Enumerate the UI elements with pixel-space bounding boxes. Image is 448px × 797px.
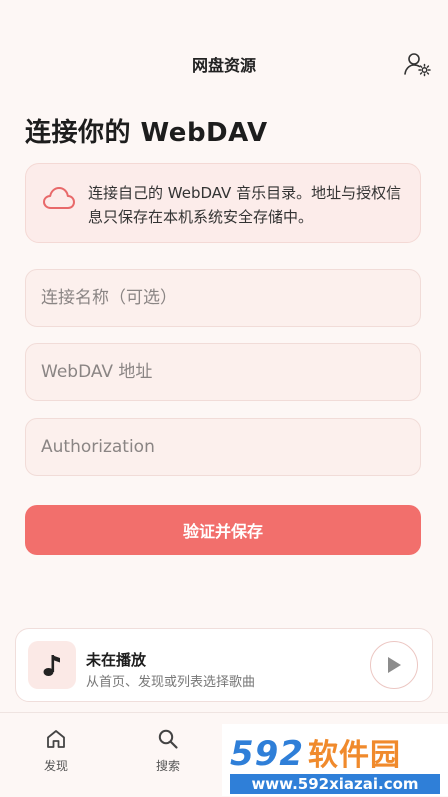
watermark-url: www.592xiazai.com <box>230 774 440 794</box>
page-title: 网盘资源 <box>191 56 256 75</box>
info-card: 连接自己的 WebDAV 音乐目录。地址与授权信息只保存在本机系统安全存储中。 <box>25 163 421 243</box>
player-title: 未在播放 <box>86 651 147 669</box>
play-button[interactable] <box>370 641 418 689</box>
verify-save-button[interactable]: 验证并保存 <box>25 505 421 555</box>
cloud-icon <box>43 187 75 209</box>
watermark-logo: 592 软件园 www.592xiazai.com <box>222 724 448 796</box>
player-subtitle: 从首页、发现或列表选择歌曲 <box>86 675 256 690</box>
top-app-bar: 网盘资源 <box>0 36 448 92</box>
webdav-url-input[interactable] <box>25 343 421 401</box>
watermark-brand-text: 软件园 <box>307 738 401 773</box>
tab-discover[interactable]: 发现 <box>26 727 86 774</box>
authorization-input[interactable] <box>25 418 421 476</box>
search-icon <box>158 729 178 749</box>
tab-search-label: 搜索 <box>155 759 180 773</box>
watermark-brand-number: 592 <box>230 734 304 774</box>
album-art <box>28 641 76 689</box>
home-icon <box>47 730 65 748</box>
tab-discover-label: 发现 <box>43 759 68 773</box>
page-heading: 连接你的 WebDAV <box>25 118 268 148</box>
tab-search[interactable]: 搜索 <box>138 727 198 774</box>
connection-name-input[interactable] <box>25 269 421 327</box>
account-settings-button[interactable] <box>402 48 434 80</box>
user-settings-icon <box>404 53 431 77</box>
music-note-icon <box>43 655 60 676</box>
play-icon <box>388 657 401 673</box>
info-text: 连接自己的 WebDAV 音乐目录。地址与授权信息只保存在本机系统安全存储中。 <box>88 184 402 226</box>
mini-player[interactable]: 未在播放 从首页、发现或列表选择歌曲 <box>15 628 433 702</box>
status-bar <box>0 0 448 36</box>
